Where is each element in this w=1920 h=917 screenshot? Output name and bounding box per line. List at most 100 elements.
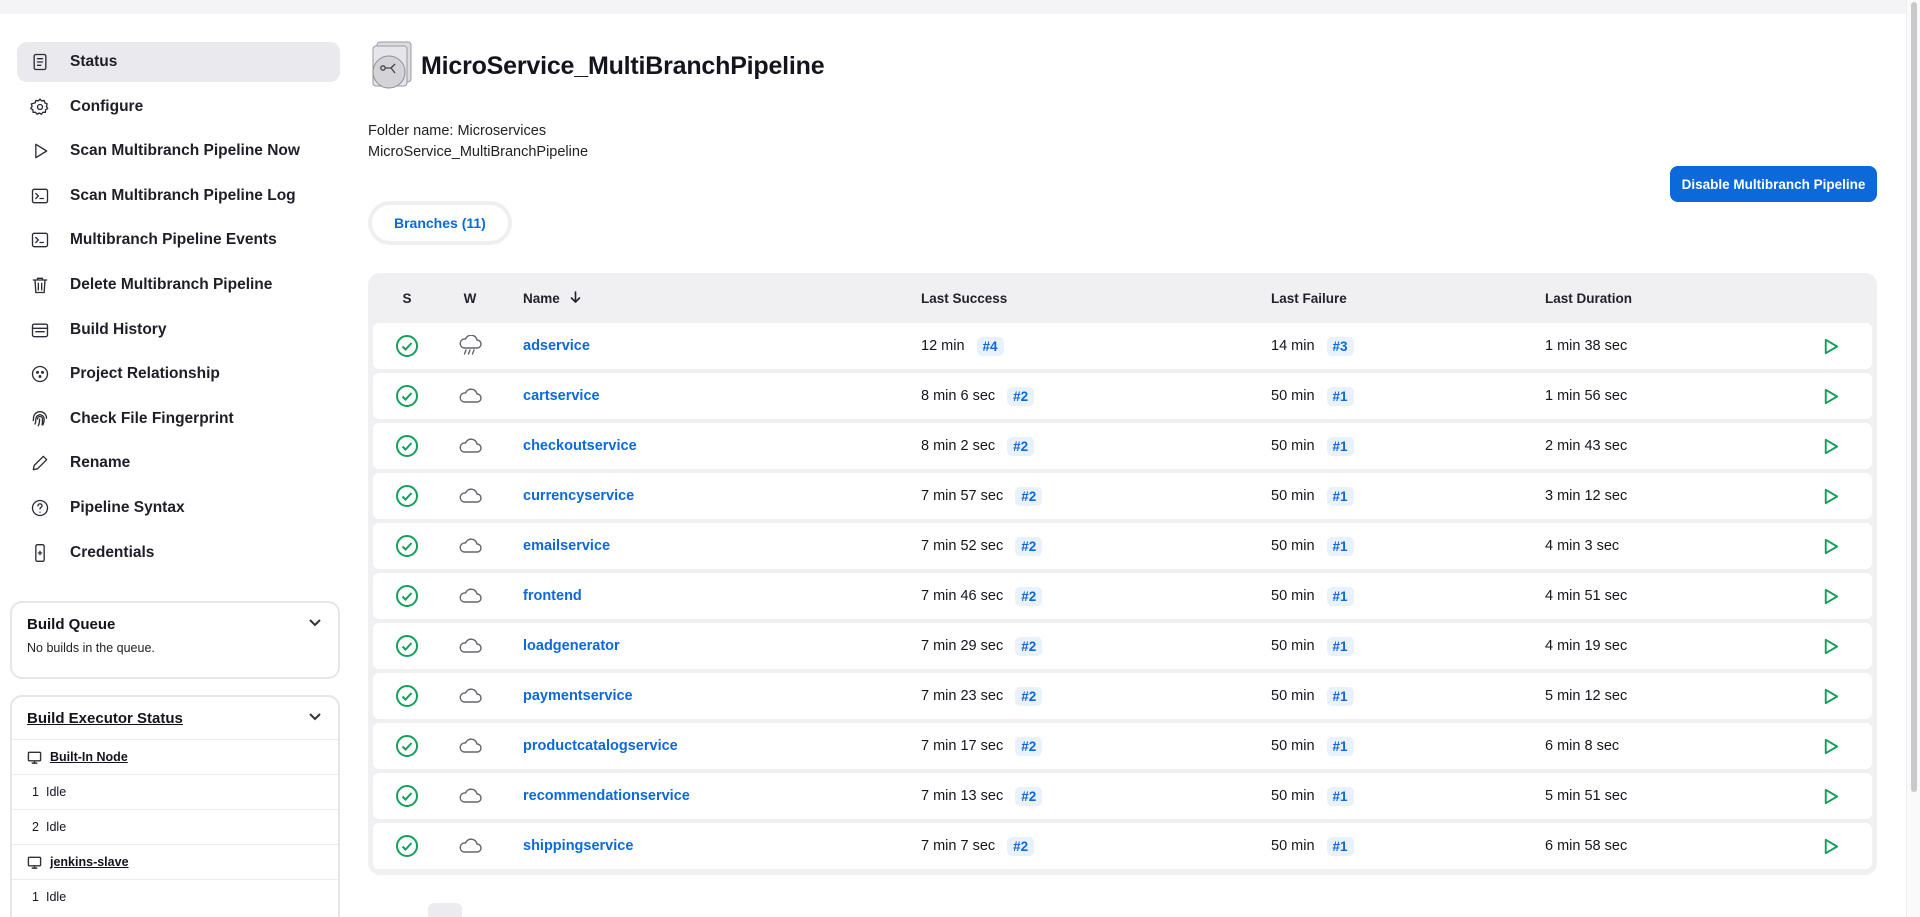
sidebar-item-scan-now[interactable]: Scan Multibranch Pipeline Now xyxy=(17,131,340,171)
run-build-play-icon[interactable] xyxy=(1800,587,1860,606)
last-success-build-link[interactable]: #2 xyxy=(1015,586,1043,606)
table-row: loadgenerator 7 min 29 sec #2 50 min #1 4 min… xyxy=(373,623,1872,669)
disable-pipeline-button[interactable]: Disable Multibranch Pipeline xyxy=(1670,166,1877,202)
branch-name-link[interactable]: cartservice xyxy=(523,388,600,404)
last-failure-build-link[interactable]: #1 xyxy=(1326,786,1354,806)
column-header-name[interactable]: Name xyxy=(499,291,921,306)
sidebar-item-label: Credentials xyxy=(70,543,155,561)
table-row: cartservice 8 min 6 sec #2 50 min #1 1 min 56… xyxy=(373,373,1872,419)
success-check-icon xyxy=(373,584,441,608)
sidebar-item-build-history[interactable]: Build History xyxy=(17,310,340,350)
branch-name-link[interactable]: adservice xyxy=(523,338,590,354)
last-failure-time: 50 min xyxy=(1271,638,1315,654)
last-failure-build-link[interactable]: #1 xyxy=(1326,386,1354,406)
pager-button[interactable] xyxy=(428,903,462,917)
last-failure-build-link[interactable]: #1 xyxy=(1326,836,1354,856)
branch-name-link[interactable]: emailservice xyxy=(523,538,610,554)
last-failure-build-link[interactable]: #1 xyxy=(1326,536,1354,556)
branch-name-link[interactable]: currencyservice xyxy=(523,488,634,504)
branch-name-link[interactable]: checkoutservice xyxy=(523,438,637,454)
last-success-build-link[interactable]: #2 xyxy=(1015,736,1043,756)
column-header-last-failure[interactable]: Last Failure xyxy=(1271,291,1545,306)
page-title: MicroService_MultiBranchPipeline xyxy=(421,51,825,80)
sidebar-item-delete[interactable]: Delete Multibranch Pipeline xyxy=(17,265,340,305)
executor-slot-number: 2 xyxy=(32,820,39,834)
branch-name-link[interactable]: frontend xyxy=(523,588,582,604)
last-failure-build-link[interactable]: #1 xyxy=(1326,436,1354,456)
run-build-play-icon[interactable] xyxy=(1800,637,1860,656)
last-success-build-link[interactable]: #2 xyxy=(1015,786,1043,806)
last-success-build-link[interactable]: #2 xyxy=(1007,436,1035,456)
sidebar-item-rename[interactable]: Rename xyxy=(17,443,340,483)
last-success-build-link[interactable]: #2 xyxy=(1015,486,1043,506)
branch-name-link[interactable]: productcatalogservice xyxy=(523,738,678,754)
column-header-status[interactable]: S xyxy=(373,291,441,306)
executor-node-link[interactable]: Built-In Node xyxy=(50,750,128,764)
last-failure-build-link[interactable]: #1 xyxy=(1326,586,1354,606)
sidebar-item-credentials[interactable]: Credentials xyxy=(17,533,340,573)
last-success-build-link[interactable]: #2 xyxy=(1015,686,1043,706)
build-executor-header[interactable]: Build Executor Status xyxy=(12,697,338,739)
run-build-play-icon[interactable] xyxy=(1800,337,1860,356)
sidebar-item-label: Pipeline Syntax xyxy=(70,498,185,516)
chevron-down-icon[interactable] xyxy=(307,614,323,634)
build-executor-title[interactable]: Build Executor Status xyxy=(27,710,183,727)
column-header-name-label: Name xyxy=(523,290,560,306)
executor-slot-number: 1 xyxy=(32,890,39,904)
last-success-build-link[interactable]: #2 xyxy=(1015,636,1043,656)
last-failure-time: 50 min xyxy=(1271,688,1315,704)
success-check-icon xyxy=(373,534,441,558)
last-failure-build-link[interactable]: #1 xyxy=(1326,486,1354,506)
sidebar-item-pipeline-syntax[interactable]: Pipeline Syntax xyxy=(17,488,340,528)
branch-name-link[interactable]: paymentservice xyxy=(523,688,633,704)
last-failure-time: 50 min xyxy=(1271,788,1315,804)
last-failure-build-link[interactable]: #1 xyxy=(1326,636,1354,656)
page-scrollbar[interactable] xyxy=(1906,0,1920,917)
cloud-icon xyxy=(441,385,499,407)
executor-node-link[interactable]: jenkins-slave xyxy=(50,855,129,869)
branch-name-link[interactable]: recommendationservice xyxy=(523,788,690,804)
last-success-build-link[interactable]: #2 xyxy=(1007,836,1035,856)
scrollbar-thumb[interactable] xyxy=(1911,2,1917,792)
last-failure-build-link[interactable]: #1 xyxy=(1326,736,1354,756)
sidebar-item-events[interactable]: Multibranch Pipeline Events xyxy=(17,220,340,260)
build-queue-header[interactable]: Build Queue xyxy=(12,603,338,645)
run-build-play-icon[interactable] xyxy=(1800,737,1860,756)
last-success-build-link[interactable]: #2 xyxy=(1015,536,1043,556)
sidebar-item-status[interactable]: Status xyxy=(17,42,340,82)
sidebar-item-scan-log[interactable]: Scan Multibranch Pipeline Log xyxy=(17,176,340,216)
sidebar-item-fingerprint[interactable]: Check File Fingerprint xyxy=(17,399,340,439)
column-header-weather[interactable]: W xyxy=(441,291,499,306)
run-build-play-icon[interactable] xyxy=(1800,487,1860,506)
sidebar: Status Configure Scan Multibranch Pipeli… xyxy=(17,42,340,577)
executor-slot: 1 Idle xyxy=(12,774,338,809)
success-check-icon xyxy=(373,334,441,358)
sidebar-item-project-relationship[interactable]: Project Relationship xyxy=(17,354,340,394)
help-icon xyxy=(29,497,51,519)
branch-name-link[interactable]: loadgenerator xyxy=(523,638,620,654)
last-success-build-link[interactable]: #2 xyxy=(1007,386,1035,406)
last-failure-build-link[interactable]: #1 xyxy=(1326,686,1354,706)
run-build-play-icon[interactable] xyxy=(1800,837,1860,856)
tab-branches[interactable]: Branches (11) xyxy=(372,205,508,241)
run-build-play-icon[interactable] xyxy=(1800,537,1860,556)
last-success-build-link[interactable]: #4 xyxy=(976,336,1004,356)
last-success-time: 7 min 7 sec xyxy=(921,838,996,854)
column-header-last-duration[interactable]: Last Duration xyxy=(1545,291,1800,306)
last-failure-build-link[interactable]: #3 xyxy=(1326,336,1354,356)
column-header-last-success[interactable]: Last Success xyxy=(921,291,1271,306)
multibranch-folder-icon xyxy=(367,40,415,92)
build-queue-empty-text: No builds in the queue. xyxy=(27,641,155,655)
computer-icon xyxy=(27,750,42,765)
build-queue-title: Build Queue xyxy=(27,615,116,633)
chevron-down-icon[interactable] xyxy=(307,708,323,728)
last-duration: 5 min 12 sec xyxy=(1545,688,1628,704)
run-build-play-icon[interactable] xyxy=(1800,387,1860,406)
branch-name-link[interactable]: shippingservice xyxy=(523,838,633,854)
run-build-play-icon[interactable] xyxy=(1800,687,1860,706)
last-failure-time: 50 min xyxy=(1271,738,1315,754)
sidebar-item-configure[interactable]: Configure xyxy=(17,87,340,127)
cloud-icon xyxy=(441,635,499,657)
run-build-play-icon[interactable] xyxy=(1800,437,1860,456)
run-build-play-icon[interactable] xyxy=(1800,787,1860,806)
